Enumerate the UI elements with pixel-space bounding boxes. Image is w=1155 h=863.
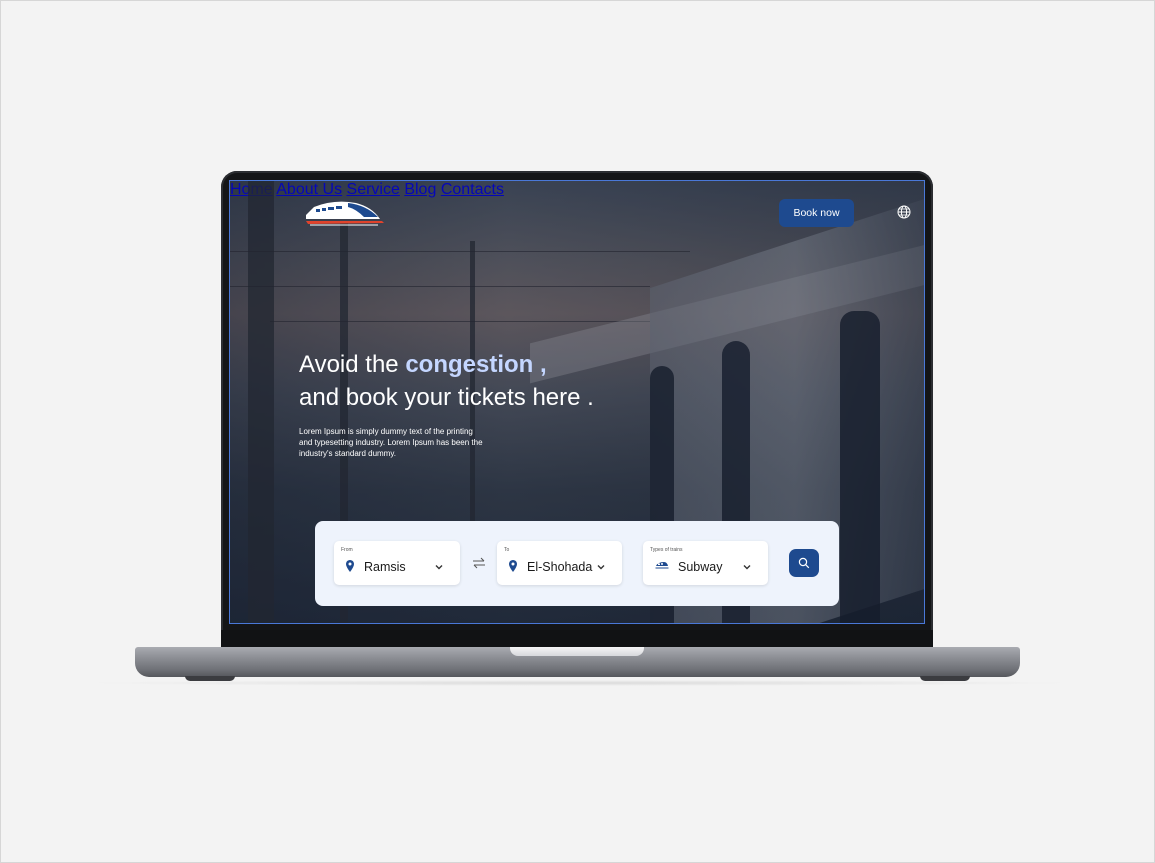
from-select[interactable]: From Ramsis bbox=[334, 541, 460, 585]
train-type-value: Subway bbox=[678, 560, 723, 574]
from-value: Ramsis bbox=[364, 560, 406, 574]
to-select[interactable]: To El-Shohada bbox=[497, 541, 622, 585]
train-icon bbox=[655, 562, 669, 569]
globe-icon[interactable] bbox=[897, 205, 911, 219]
train-type-select[interactable]: Types of trains Subway bbox=[643, 541, 768, 585]
website-screen: Home About Us Service Blog Contacts Book… bbox=[229, 180, 925, 624]
laptop-foot bbox=[920, 676, 970, 681]
train-logo-icon[interactable] bbox=[304, 197, 386, 229]
hero-heading-highlight: congestion , bbox=[405, 351, 547, 378]
hero-description: Lorem Ipsum is simply dummy text of the … bbox=[299, 427, 483, 458]
hero-heading-line1: Avoid the congestion , bbox=[299, 351, 547, 379]
search-button[interactable] bbox=[789, 549, 819, 577]
search-icon bbox=[798, 557, 810, 569]
chevron-down-icon bbox=[435, 565, 443, 570]
laptop-notch bbox=[510, 647, 644, 656]
hero-heading-line2: and book your tickets here . bbox=[299, 384, 594, 411]
trip-search-panel: From Ramsis To El-Shohada Types of train… bbox=[315, 521, 839, 606]
location-pin-icon bbox=[346, 560, 354, 572]
to-label: To bbox=[504, 547, 510, 553]
book-now-button[interactable]: Book now bbox=[779, 199, 854, 227]
to-value: El-Shohada bbox=[527, 560, 593, 574]
chevron-down-icon bbox=[743, 565, 751, 570]
train-type-label: Types of trains bbox=[650, 547, 683, 553]
from-label: From bbox=[341, 547, 353, 553]
laptop-foot bbox=[185, 676, 235, 681]
laptop-bottom-bezel bbox=[221, 630, 933, 648]
chevron-down-icon bbox=[597, 565, 605, 570]
location-pin-icon bbox=[509, 560, 517, 572]
hero-heading-prefix: Avoid the bbox=[299, 351, 406, 378]
swap-arrows-icon[interactable] bbox=[472, 557, 486, 569]
